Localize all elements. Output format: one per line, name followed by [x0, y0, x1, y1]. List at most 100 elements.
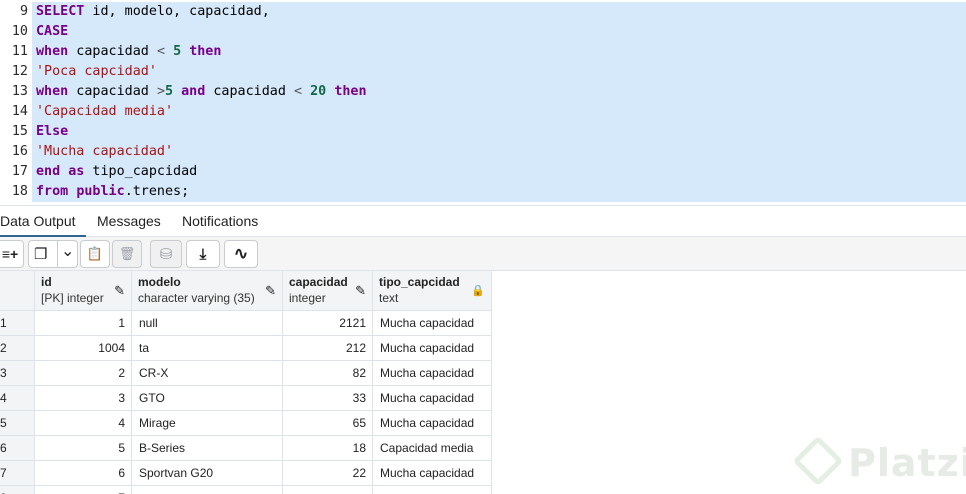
code-text[interactable]: 'Mucha capacidad'	[32, 142, 966, 162]
cell-tipo-capcidad[interactable]: Mucha capacidad	[373, 411, 492, 436]
row-number[interactable]: 4	[0, 386, 35, 411]
delete-button[interactable]: 🗑	[112, 240, 142, 268]
cell-modelo[interactable]: GTO	[132, 386, 283, 411]
cell-modelo[interactable]: null	[132, 311, 283, 336]
cell-id[interactable]: 1	[35, 311, 132, 336]
cell-tipo-capcidad[interactable]: Capacidad media	[373, 436, 492, 461]
line-number: 15	[11, 124, 28, 139]
code-line[interactable]: 11 when capacidad < 5 then	[0, 42, 966, 62]
code-token: and	[181, 84, 206, 99]
code-line[interactable]: 14 'Capacidad media'	[0, 102, 966, 122]
cell-capacidad[interactable]: 33	[283, 386, 373, 411]
tab-data-output[interactable]: Data Output	[0, 206, 86, 237]
code-text[interactable]: 'Capacidad media'	[32, 102, 966, 122]
column-header-capacidad[interactable]: capacidad integer ✎	[283, 271, 373, 311]
cell-capacidad[interactable]: 18	[283, 436, 373, 461]
cell-tipo-capcidad[interactable]: Mucha capacidad	[373, 386, 492, 411]
cell-modelo[interactable]: CR-X	[132, 361, 283, 386]
download-button[interactable]: ⤓	[186, 240, 220, 268]
cell-capacidad[interactable]	[283, 486, 373, 494]
pencil-icon: ✎	[355, 283, 366, 298]
row-number[interactable]: 8	[0, 486, 35, 494]
code-token: tipo_capcidad	[84, 164, 198, 179]
chevron-down-icon[interactable]: ⌄	[61, 241, 74, 261]
cell-capacidad[interactable]: 212	[283, 336, 373, 361]
sql-editor[interactable]: 9 SELECT id, modelo, capacidad, 10 CASE 11 wh…	[0, 0, 966, 206]
code-token: >	[156, 84, 165, 99]
code-line[interactable]: 16 'Mucha capacidad'	[0, 142, 966, 162]
code-text[interactable]: from public.trenes;	[32, 182, 966, 202]
row-number[interactable]: 7	[0, 461, 35, 486]
code-token: end	[36, 164, 61, 179]
cell-id[interactable]: 5	[35, 436, 132, 461]
save-data-button[interactable]: ⛁	[150, 240, 182, 268]
cell-tipo-capcidad[interactable]: Mucha capacidad	[373, 461, 492, 486]
column-header-tipo-capcidad[interactable]: tipo_capcidad text 🔒	[373, 271, 492, 311]
cell-id[interactable]: 7	[35, 486, 132, 494]
cell-capacidad[interactable]: 22	[283, 461, 373, 486]
code-line[interactable]: 12 'Poca capcidad'	[0, 62, 966, 82]
code-line[interactable]: 10 CASE	[0, 22, 966, 42]
code-line[interactable]: 9 SELECT id, modelo, capacidad,	[0, 2, 966, 22]
code-text[interactable]: end as tipo_capcidad	[32, 162, 966, 182]
tab-notifications[interactable]: Notifications	[182, 206, 272, 237]
cell-tipo-capcidad[interactable]: Mucha capacidad	[373, 311, 492, 336]
code-token: capacidad	[205, 84, 294, 99]
result-tabs: Data Output Messages Notifications	[0, 206, 966, 237]
cell-capacidad[interactable]: 65	[283, 411, 373, 436]
cell-id[interactable]: 2	[35, 361, 132, 386]
line-number: 17	[11, 164, 28, 179]
cell-id[interactable]: 3	[35, 386, 132, 411]
line-number: 14	[11, 104, 28, 119]
code-line[interactable]: 15 Else	[0, 122, 966, 142]
copy-button[interactable]: ❐ ⌄	[28, 240, 78, 268]
code-line[interactable]: 18 from public.trenes;	[0, 182, 966, 202]
cell-tipo-capcidad[interactable]: Mucha capacidad	[373, 336, 492, 361]
column-name: modelo	[138, 275, 181, 289]
code-text[interactable]: SELECT id, modelo, capacidad,	[32, 2, 966, 22]
row-number[interactable]: 1	[0, 311, 35, 336]
column-type: text	[379, 291, 399, 305]
code-text[interactable]: 'Poca capcidad'	[32, 62, 966, 82]
cell-modelo[interactable]: Mirage	[132, 411, 283, 436]
graph-visualiser-button[interactable]: ∿	[224, 240, 258, 268]
cell-id[interactable]: 4	[35, 411, 132, 436]
row-number[interactable]: 2	[0, 336, 35, 361]
line-number: 9	[19, 4, 28, 19]
pencil-icon: ✎	[265, 283, 276, 298]
data-grid: id [PK] integer ✎ modelo character varyi…	[0, 271, 492, 494]
cell-id[interactable]: 1004	[35, 336, 132, 361]
cell-tipo-capcidad[interactable]: Mucha capacidad	[373, 361, 492, 386]
cell-modelo[interactable]: ta	[132, 336, 283, 361]
cell-capacidad[interactable]: 82	[283, 361, 373, 386]
data-toolbar: ≡+ ❐ ⌄ 📋 🗑 ⛁ ⤓ ∿	[0, 237, 966, 271]
column-header-modelo[interactable]: modelo character varying (35) ✎	[132, 271, 283, 311]
cell-capacidad[interactable]: 2121	[283, 311, 373, 336]
row-number[interactable]: 6	[0, 436, 35, 461]
code-token: 5	[165, 84, 174, 99]
add-row-button[interactable]: ≡+	[0, 240, 24, 268]
tab-messages[interactable]: Messages	[97, 206, 167, 237]
cell-modelo[interactable]: B-Series	[132, 436, 283, 461]
cell-id[interactable]: 6	[35, 461, 132, 486]
line-number: 11	[11, 44, 28, 59]
code-text[interactable]: when capacidad < 5 then	[32, 42, 966, 62]
code-text[interactable]: when capacidad >5 and capacidad < 20 the…	[32, 82, 966, 102]
code-line[interactable]: 13 when capacidad >5 and capacidad < 20 t…	[0, 82, 966, 102]
column-type: [PK] integer	[41, 291, 104, 305]
code-line[interactable]: 17 end as tipo_capcidad	[0, 162, 966, 182]
paste-button[interactable]: 📋	[80, 240, 110, 268]
code-token: when	[36, 44, 69, 59]
column-name: capacidad	[289, 275, 348, 289]
cell-modelo[interactable]: Sportvan G20	[132, 461, 283, 486]
cell-tipo-capcidad[interactable]	[373, 486, 492, 494]
cell-modelo[interactable]	[132, 486, 283, 494]
code-text[interactable]: Else	[32, 122, 966, 142]
row-number-header[interactable]	[0, 271, 35, 311]
column-type: integer	[289, 291, 326, 305]
row-number[interactable]: 3	[0, 361, 35, 386]
row-number[interactable]: 5	[0, 411, 35, 436]
code-text[interactable]: CASE	[32, 22, 966, 42]
column-header-id[interactable]: id [PK] integer ✎	[35, 271, 132, 311]
